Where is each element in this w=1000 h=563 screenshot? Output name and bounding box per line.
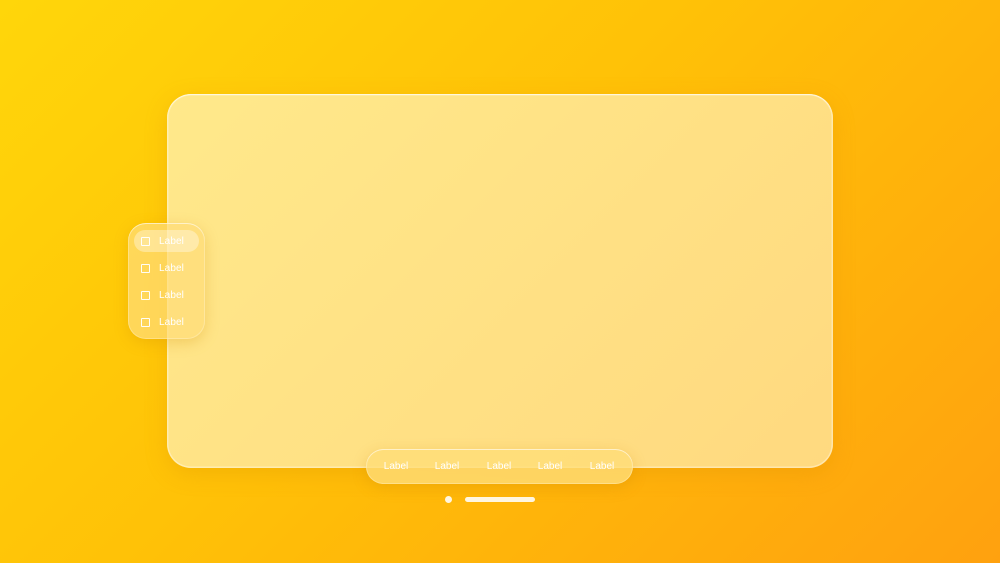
tab-4[interactable]: Label [528, 449, 572, 484]
tab-1[interactable]: Label [374, 449, 418, 484]
tab-5[interactable]: Label [580, 449, 624, 484]
square-icon [141, 236, 150, 246]
sidebar-item-label: Label [159, 262, 184, 274]
sidebar-item-4[interactable]: Label [134, 311, 199, 333]
tab-bar: Label Label Label Label Label [366, 449, 633, 484]
sidebar-item-label: Label [159, 289, 184, 301]
sidebar-ornament: Label Label Label Label [128, 223, 205, 339]
sidebar-item-label: Label [159, 316, 184, 328]
square-icon [141, 317, 150, 327]
sidebar-item-2[interactable]: Label [134, 257, 199, 279]
tab-2[interactable]: Label [425, 449, 469, 484]
square-icon [141, 263, 150, 273]
main-window [167, 94, 833, 468]
window-dot-control[interactable] [445, 496, 452, 503]
window-grabber-bar[interactable] [465, 497, 535, 502]
sidebar-item-1[interactable]: Label [134, 230, 199, 252]
sidebar-item-3[interactable]: Label [134, 284, 199, 306]
sidebar-item-label: Label [159, 235, 184, 247]
tab-3[interactable]: Label [477, 449, 521, 484]
square-icon [141, 290, 150, 300]
